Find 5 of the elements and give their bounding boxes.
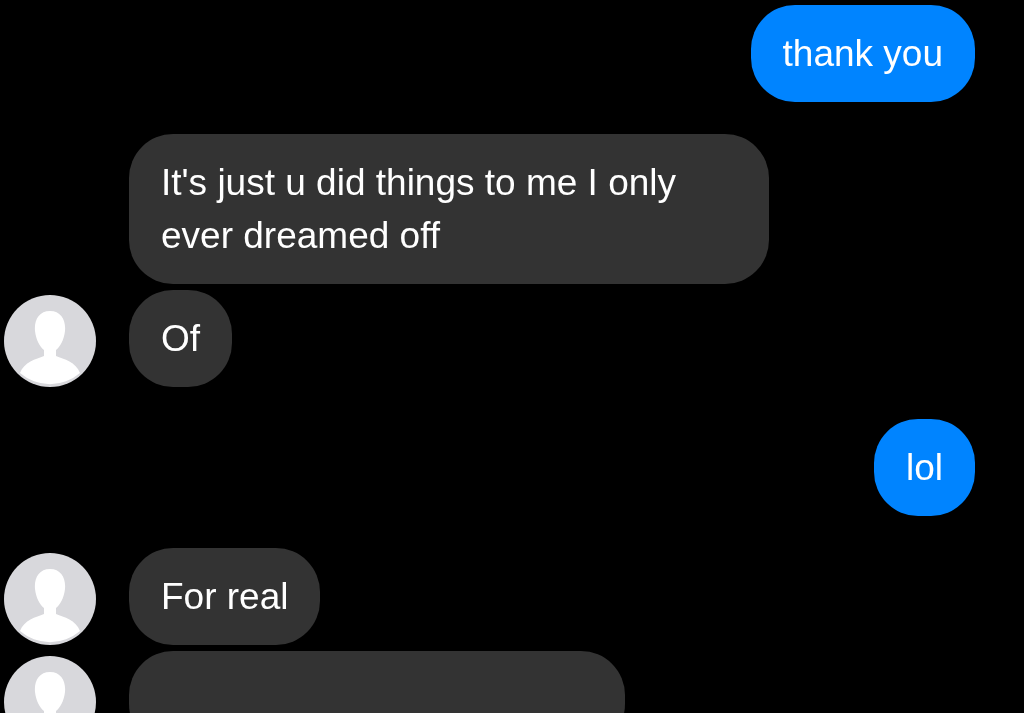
sent-message-bubble: lol bbox=[873, 419, 975, 516]
sent-message-bubble: thank you bbox=[750, 5, 975, 102]
received-message-bubble: For real bbox=[129, 548, 321, 645]
received-message-bubble: It's just u did things to me I only ever dreamed off bbox=[129, 134, 769, 284]
received-message-bubble: Of bbox=[129, 290, 233, 387]
